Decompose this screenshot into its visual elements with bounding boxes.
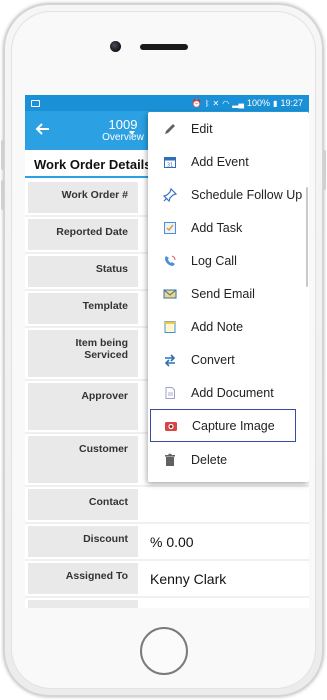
volume-down-button <box>1 180 4 210</box>
menu-item-delete[interactable]: Delete <box>148 443 309 476</box>
field-value <box>149 600 307 608</box>
field-label: Item being Serviced <box>28 330 138 377</box>
calendar-icon: 31 <box>163 155 177 169</box>
app-screen: ⏰ ᛒ ✕ ◠ ▂▄ 100% ▮ 19:27 1009 Overview Wo… <box>25 95 309 608</box>
field-label: Template <box>28 293 138 324</box>
alarm-icon: ⏰ <box>191 98 202 108</box>
clock: 19:27 <box>280 98 303 108</box>
note-icon <box>163 320 177 334</box>
field-value: Kenny Clark <box>149 563 307 594</box>
field-label: Reported Date <box>28 219 138 250</box>
menu-scrollbar[interactable] <box>306 187 308 287</box>
field-label: Work Order # <box>28 182 138 213</box>
menu-item-add-task[interactable]: Add Task <box>148 211 309 244</box>
menu-item-edit[interactable]: Edit <box>148 112 309 145</box>
menu-item-label: Add Task <box>191 220 243 235</box>
status-icons: ⏰ ᛒ ✕ ◠ ▂▄ 100% ▮ 19:27 <box>192 98 303 108</box>
menu-item-label: Add Note <box>191 319 244 334</box>
mute-icon: ✕ <box>212 98 220 108</box>
pin-icon <box>163 187 177 202</box>
field-label: Contact <box>28 489 138 520</box>
field-label: Assigned To <box>28 563 138 594</box>
field-row-assigned-to[interactable]: Assigned To Kenny Clark <box>25 561 309 598</box>
trash-icon <box>163 453 177 467</box>
battery-level: 100% <box>247 98 271 108</box>
svg-text:31: 31 <box>167 162 173 168</box>
pencil-icon <box>163 122 177 136</box>
field-value: % 0.00 <box>149 526 307 557</box>
field-row-discount[interactable]: Discount % 0.00 <box>25 524 309 561</box>
menu-item-convert[interactable]: Convert <box>148 343 309 376</box>
front-camera <box>110 41 121 52</box>
chevron-down-icon[interactable] <box>129 131 135 135</box>
status-bar: ⏰ ᛒ ✕ ◠ ▂▄ 100% ▮ 19:27 <box>25 95 309 111</box>
field-label: Discount <box>28 526 138 557</box>
menu-item-label: Edit <box>191 121 213 136</box>
phone-icon <box>163 254 177 268</box>
bluetooth-icon: ᛒ <box>204 98 210 108</box>
menu-item-label: Log Call <box>191 253 237 268</box>
menu-item-add-document[interactable]: Add Document <box>148 376 309 409</box>
field-label: Status <box>28 256 138 287</box>
menu-item-label: Capture Image <box>192 418 275 433</box>
home-button[interactable] <box>140 627 188 675</box>
task-icon <box>163 221 177 235</box>
convert-arrows-icon <box>163 353 177 367</box>
back-arrow-icon[interactable] <box>35 121 51 137</box>
field-label: Customer <box>28 436 138 483</box>
menu-item-capture-image[interactable]: Capture Image <box>150 409 296 442</box>
document-icon <box>163 386 177 400</box>
menu-item-label: Send Email <box>191 286 255 301</box>
battery-icon: ▮ <box>273 98 278 108</box>
field-label: Approver <box>28 383 138 430</box>
field-row-next[interactable] <box>25 598 309 608</box>
menu-item-label: Add Event <box>191 154 249 169</box>
volume-up-button <box>1 140 4 170</box>
camera-icon <box>164 419 178 433</box>
earpiece-speaker <box>140 44 188 50</box>
menu-item-label: Add Document <box>191 385 274 400</box>
menu-item-label: Convert <box>191 352 235 367</box>
signal-icon: ▂▄ <box>232 98 245 108</box>
field-row-contact[interactable]: Contact <box>25 487 309 524</box>
menu-item-add-event[interactable]: 31 Add Event <box>148 145 309 178</box>
menu-item-schedule-follow-up[interactable]: Schedule Follow Up <box>148 178 309 211</box>
menu-item-add-note[interactable]: Add Note <box>148 310 309 343</box>
menu-item-label: Schedule Follow Up <box>191 187 303 202</box>
overflow-menu: Edit 31 Add Event Schedule Follow Up Add… <box>148 112 309 482</box>
menu-item-log-call[interactable]: Log Call <box>148 244 309 277</box>
menu-item-send-email[interactable]: Send Email <box>148 277 309 310</box>
field-value <box>149 489 307 520</box>
field-label <box>28 600 138 608</box>
image-icon <box>31 99 40 107</box>
menu-item-label: Delete <box>191 452 228 467</box>
envelope-icon <box>163 287 177 301</box>
power-button <box>323 150 326 190</box>
wifi-icon: ◠ <box>222 98 230 108</box>
